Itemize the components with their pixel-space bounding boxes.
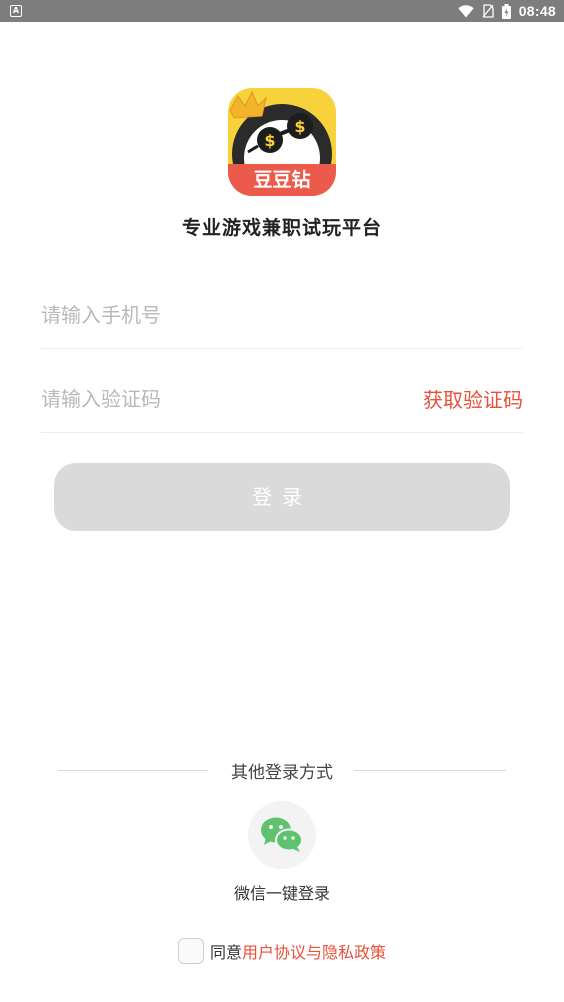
status-icons: 08:48	[457, 0, 556, 22]
app-logo: $ $ 豆豆钻	[228, 88, 336, 196]
code-field-row: 获取验证码	[41, 374, 523, 433]
get-code-button[interactable]: 获取验证码	[423, 384, 523, 413]
divider-right	[354, 770, 506, 771]
phone-field-row	[41, 290, 523, 349]
wechat-login-label: 微信一键登录	[233, 884, 330, 903]
agreement-checkbox[interactable]	[178, 938, 204, 964]
wechat-login-button[interactable]	[248, 801, 316, 869]
logo-text: 豆豆钻	[253, 168, 310, 191]
status-time: 08:48	[518, 3, 556, 19]
agreement-prefix: 同意	[210, 943, 243, 962]
phone-input[interactable]	[41, 298, 401, 332]
wifi-icon	[457, 4, 474, 17]
svg-text:$: $	[294, 117, 305, 136]
other-login-header: 其他登录方式	[58, 758, 506, 783]
no-sim-icon	[482, 4, 494, 18]
battery-charging-icon	[501, 3, 511, 19]
a-notification-icon: A	[10, 5, 22, 17]
agreement-link[interactable]: 用户协议与隐私政策	[242, 939, 386, 963]
agreement-row: 同意 用户协议与隐私政策	[178, 937, 386, 965]
status-bar: A 08:48	[0, 0, 564, 22]
login-button[interactable]: 登录	[54, 463, 510, 531]
app-tagline: 专业游戏兼职试玩平台	[181, 217, 382, 239]
wechat-icon	[261, 817, 303, 852]
svg-text:$: $	[264, 131, 275, 150]
verification-code-input[interactable]	[41, 382, 401, 416]
